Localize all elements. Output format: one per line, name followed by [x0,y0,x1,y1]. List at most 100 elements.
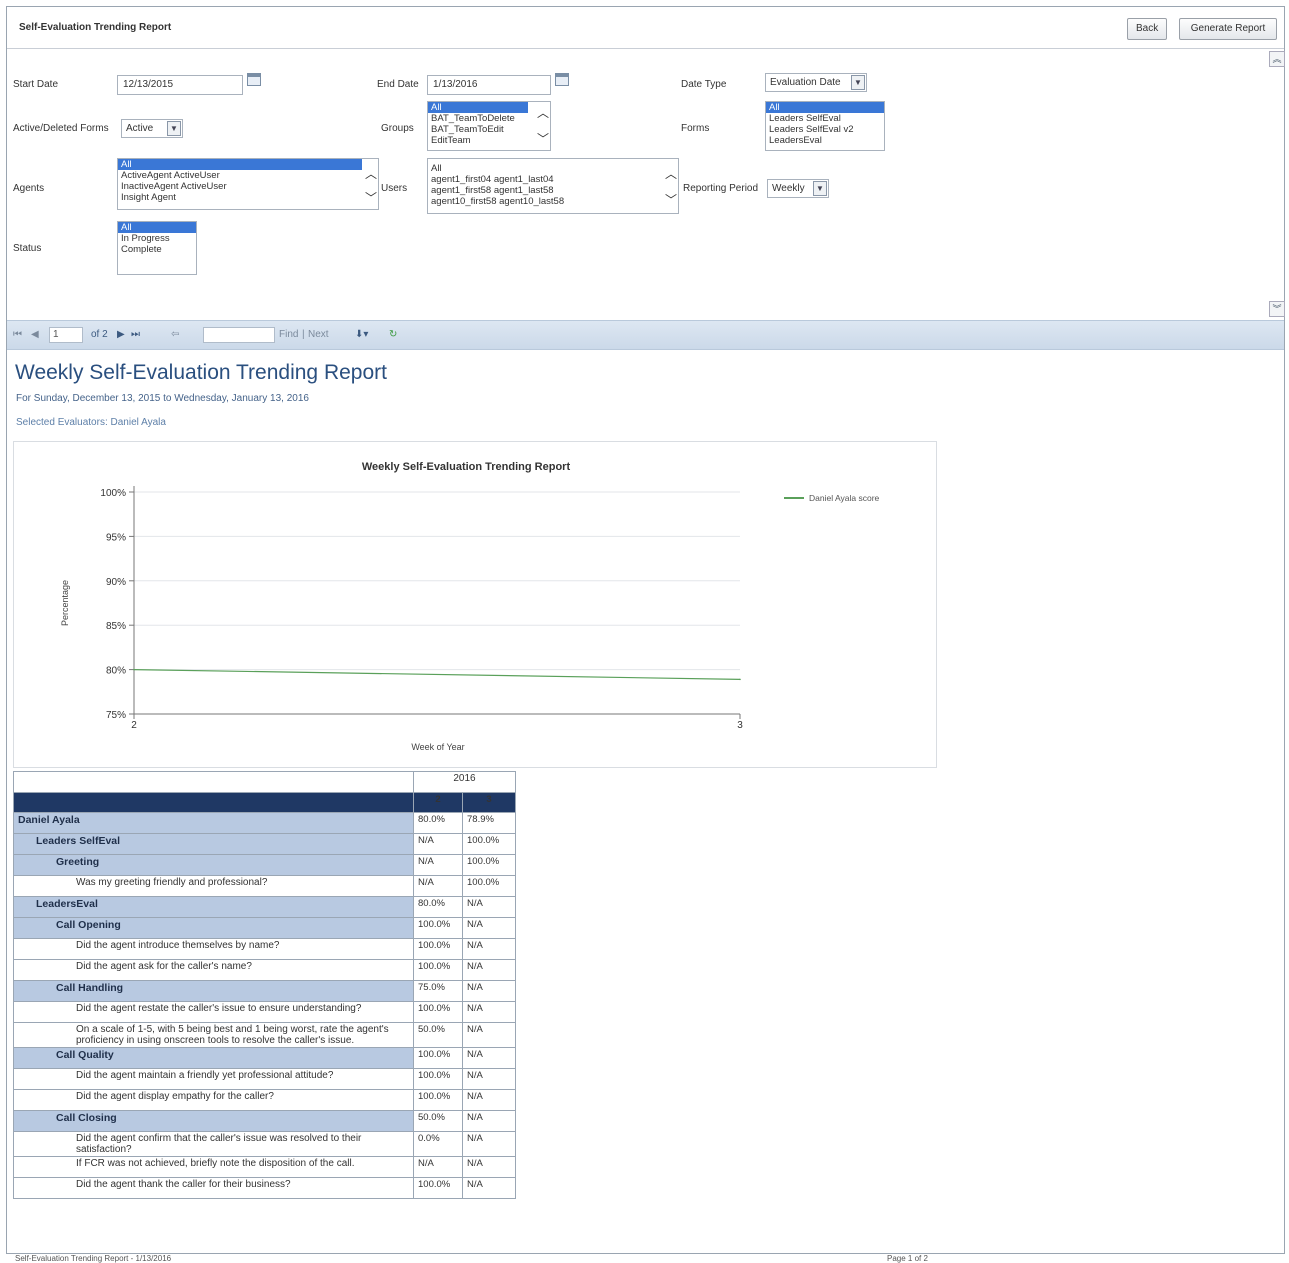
active-forms-value: Active [126,123,154,134]
row-value: 80.0% [413,896,463,918]
row-value: N/A [462,1068,516,1090]
back-button[interactable]: Back [1127,18,1168,40]
table-row: LeadersEval 80.0% N/A [13,896,516,918]
users-option[interactable]: All [428,163,678,174]
back-parent-icon[interactable]: ⇦ [171,329,179,340]
groups-option[interactable]: All [428,102,528,113]
agents-option[interactable]: ActiveAgent ActiveUser [118,170,378,181]
forms-option[interactable]: All [766,102,884,113]
row-value: N/A [462,1131,516,1157]
status-listbox[interactable]: All In Progress Complete [117,221,197,275]
table-row: Did the agent restate the caller's issue… [13,1001,516,1023]
row-value: N/A [462,917,516,939]
groups-option[interactable]: BAT_TeamToEdit [428,124,550,135]
end-date-input[interactable]: 1/13/2016 [427,75,551,95]
row-value: N/A [462,980,516,1002]
row-label: Daniel Ayala [13,812,414,834]
next-link[interactable]: Next [308,329,329,340]
legend-label: Daniel Ayala score [809,493,880,503]
expand-toolbar-icon[interactable]: ︾ [1269,301,1285,317]
generate-report-button[interactable]: Generate Report [1179,18,1277,40]
trend-chart: Weekly Self-Evaluation Trending Report 75… [13,441,937,768]
agents-option[interactable]: InactiveAgent ActiveUser [118,181,378,192]
forms-label: Forms [681,123,710,134]
groups-listbox[interactable]: All BAT_TeamToDelete BAT_TeamToEdit Edit… [427,101,551,151]
report-table: 2016 2 3 Daniel Ayala 80.0% 78.9% Leaders S… [13,771,516,1199]
users-option[interactable]: agent1_first04 agent1_last04 [428,174,678,185]
x-tick-label: 3 [737,720,743,731]
forms-option[interactable]: Leaders SelfEval v2 [766,124,884,135]
status-option[interactable]: In Progress [118,233,196,244]
next-page-icon[interactable]: ▶ [117,329,125,340]
active-forms-select[interactable]: Active ▼ [121,119,183,138]
table-row: Did the agent ask for the caller's name?… [13,959,516,981]
agents-option[interactable]: Insight Agent [118,192,378,203]
row-value: 100.0% [413,1177,463,1199]
x-tick-label: 2 [131,720,137,731]
prev-page-icon[interactable]: ◀ [31,329,39,340]
table-row: On a scale of 1-5, with 5 being best and… [13,1022,516,1048]
row-label: Call Opening [13,917,414,939]
first-page-icon[interactable]: ⏮ [13,329,22,340]
x-axis-label: Week of Year [411,742,464,752]
row-value: 100.0% [462,854,516,876]
row-value: 100.0% [413,1068,463,1090]
data-point [739,678,741,681]
row-value: 100.0% [462,875,516,897]
row-label: Did the agent display empathy for the ca… [13,1089,414,1111]
row-value: N/A [462,1177,516,1199]
users-option[interactable]: agent10_first58 agent10_last58 [428,196,678,207]
row-label: Did the agent ask for the caller's name? [13,959,414,981]
groups-option[interactable]: EditTeam [428,135,550,146]
table-row: Call Quality 100.0% N/A [13,1047,516,1069]
active-forms-label: Active/Deleted Forms [13,123,109,134]
start-date-input[interactable]: 12/13/2015 [117,75,243,95]
row-value: 50.0% [413,1110,463,1132]
groups-option[interactable]: BAT_TeamToDelete [428,113,550,124]
date-type-select[interactable]: Evaluation Date ▼ [765,73,867,92]
listbox-scrollbar[interactable]: ︿ ﹀ [664,159,678,213]
data-point [133,668,135,671]
y-axis-label: Percentage [60,580,70,626]
listbox-scrollbar[interactable]: ︿ ﹀ [364,159,378,209]
forms-listbox[interactable]: All Leaders SelfEval Leaders SelfEval v2… [765,101,885,151]
collapse-filters-icon[interactable]: ︽ [1269,51,1285,67]
date-type-label: Date Type [681,79,727,90]
row-value: 80.0% [413,812,463,834]
users-option[interactable]: agent1_first58 agent1_last58 [428,185,678,196]
week-header: 3 [462,792,516,813]
status-option[interactable]: Complete [118,244,196,255]
app-title: Self-Evaluation Trending Report [19,22,172,33]
forms-option[interactable]: Leaders SelfEval [766,113,884,124]
table-row: Did the agent thank the caller for their… [13,1177,516,1199]
start-date-label: Start Date [13,79,59,90]
refresh-icon[interactable]: ↻ [389,329,397,340]
find-link[interactable]: Find [279,329,298,340]
start-date-calendar-icon[interactable] [247,73,261,86]
status-label: Status [13,243,42,254]
status-option[interactable]: All [118,222,196,233]
chevron-down-icon: ▼ [851,75,865,90]
agents-option[interactable]: All [118,159,362,170]
row-value: 78.9% [462,812,516,834]
last-page-icon[interactable]: ⏭ [131,329,140,340]
export-icon[interactable]: ⬇▾ [355,329,368,340]
table-row: Did the agent display empathy for the ca… [13,1089,516,1111]
users-listbox[interactable]: All agent1_first04 agent1_last04 agent1_… [427,158,679,214]
page-number-input[interactable]: 1 [49,327,83,343]
reporting-period-select[interactable]: Weekly ▼ [767,179,829,198]
forms-option[interactable]: LeadersEval [766,135,884,146]
chevron-down-icon: ▼ [167,121,181,136]
row-value: 100.0% [413,917,463,939]
row-label: If FCR was not achieved, briefly note th… [13,1156,414,1178]
listbox-scrollbar[interactable]: ︿ ﹀ [536,102,550,150]
row-value: N/A [462,959,516,981]
row-value: N/A [462,1110,516,1132]
report-title: Weekly Self-Evaluation Trending Report [15,361,387,384]
find-input[interactable] [203,327,275,343]
agents-listbox[interactable]: All ActiveAgent ActiveUser InactiveAgent… [117,158,379,210]
table-row: Was my greeting friendly and professiona… [13,875,516,897]
y-tick-label: 100% [100,488,126,499]
row-value: 100.0% [462,833,516,855]
end-date-calendar-icon[interactable] [555,73,569,86]
